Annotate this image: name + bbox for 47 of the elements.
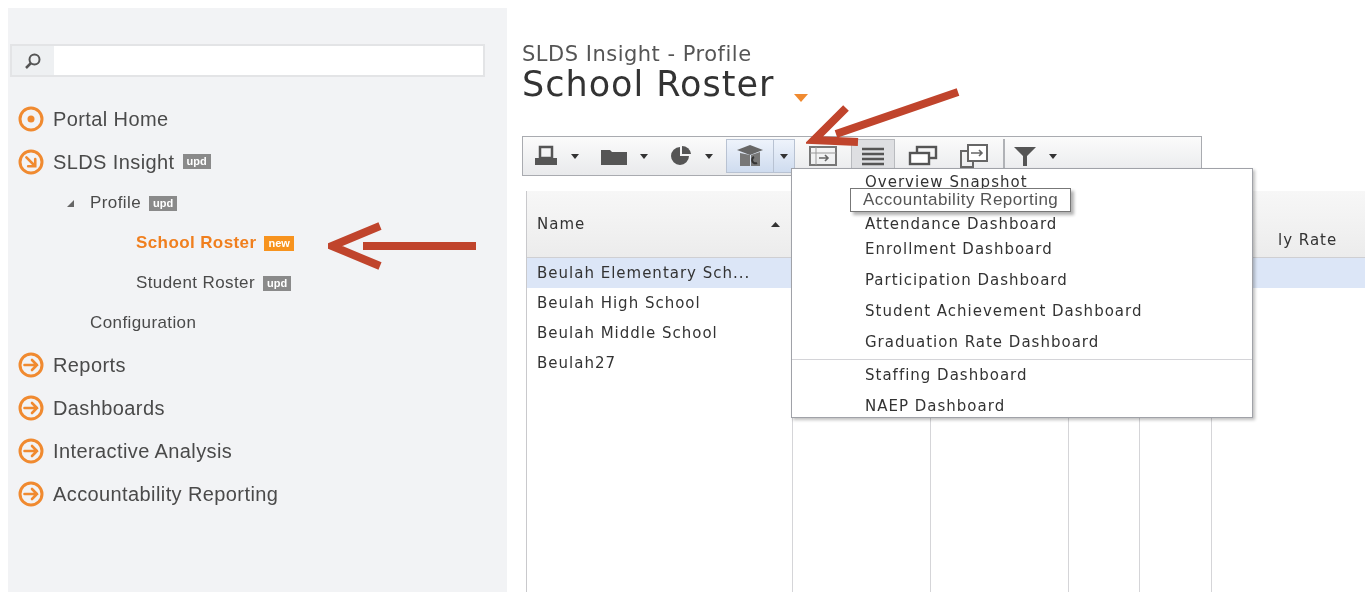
nav-link[interactable]: Portal Home <box>53 103 169 134</box>
search-icon <box>24 51 42 70</box>
menu-item[interactable]: Staffing Dashboard <box>792 359 1252 390</box>
nav-link[interactable]: Configuration <box>90 310 197 336</box>
table-cell-text: Beulah27 <box>537 352 616 374</box>
graduation-cap-icon <box>735 143 765 169</box>
menu-item[interactable]: Student Achievement Dashboard <box>792 295 1252 326</box>
nav-link[interactable]: Dashboards <box>53 392 165 423</box>
pie-chart-icon <box>669 145 693 167</box>
menu-item[interactable]: Participation Dashboard <box>792 264 1252 295</box>
windows-icon <box>908 145 938 167</box>
tooltip: Accountability Reporting <box>850 188 1072 212</box>
menu-item[interactable]: Attendance Dashboard <box>792 213 1252 233</box>
caret-icon <box>571 153 579 159</box>
printer-icon <box>533 145 559 167</box>
nav-link[interactable]: Student Roster <box>136 270 255 296</box>
list-icon <box>860 146 886 166</box>
status-badge: upd <box>149 195 178 211</box>
sort-ascending-icon <box>771 221 780 227</box>
caret-icon <box>780 153 788 159</box>
collapse-triangle-icon[interactable] <box>66 198 75 208</box>
nav-link[interactable]: Accountability Reporting <box>53 478 279 509</box>
table-cell-text: Beulah Middle School <box>537 322 718 344</box>
table-cell-text: Beulah Elementary Sch... <box>537 262 751 284</box>
nav-link[interactable]: Interactive Analysis <box>53 435 233 466</box>
column-header[interactable]: ly Rate <box>1278 228 1338 251</box>
toolbar-button[interactable] <box>726 139 774 173</box>
nav-link[interactable]: SLDS Insight <box>53 146 175 177</box>
page-title: School Roster <box>522 66 775 102</box>
page-subtitle: SLDS Insight - Profile <box>522 42 753 66</box>
dropdown-button[interactable] <box>774 139 795 173</box>
caret-icon <box>640 153 648 159</box>
menu-item[interactable]: Graduation Rate Dashboard <box>792 326 1252 357</box>
table-cell-text: Beulah High School <box>537 292 701 314</box>
status-badge: upd <box>263 275 292 291</box>
nav-link[interactable]: Profile <box>90 190 141 216</box>
search-field[interactable] <box>10 44 485 77</box>
caret-icon <box>1049 153 1057 159</box>
menu-item[interactable]: NAEP Dashboard <box>792 390 1252 421</box>
status-badge: new <box>264 235 294 251</box>
caret-icon <box>705 153 713 159</box>
nav-link[interactable]: Reports <box>53 349 126 380</box>
import-icon <box>808 145 838 167</box>
menu-item[interactable]: Overview Snapshot <box>792 171 1252 191</box>
status-badge: upd <box>182 154 211 169</box>
target-icon <box>18 105 44 132</box>
menu-item[interactable]: Enrollment Dashboard <box>792 233 1252 264</box>
